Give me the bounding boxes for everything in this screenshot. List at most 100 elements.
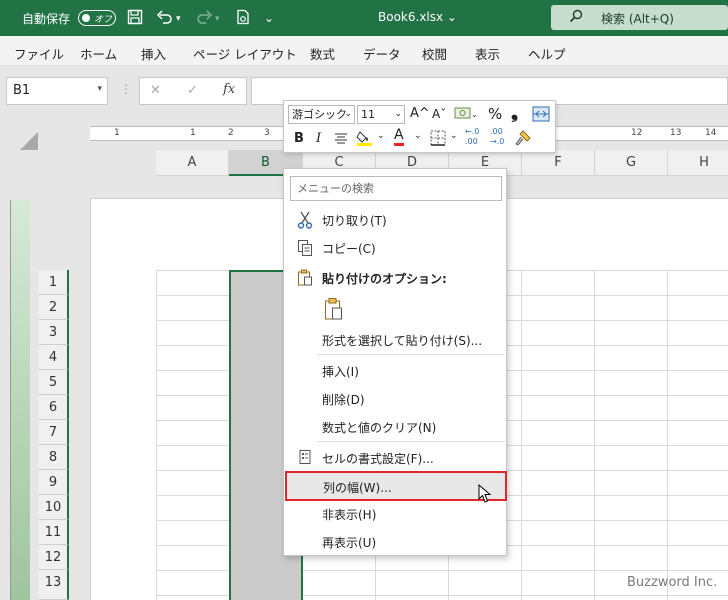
ruler-number: 1 (190, 128, 196, 138)
row-header[interactable]: 7 (39, 420, 69, 445)
chevron-down-icon[interactable]: ⌄ (450, 131, 458, 141)
font-size-dropdown[interactable]: 11 ⌄ (357, 105, 405, 124)
context-menu: メニューの検索 切り取り(T) コピー(C) 貼り付けのオプション: 形式を選択… (283, 168, 507, 556)
row-header[interactable]: 10 (39, 495, 69, 520)
name-box-value: B1 (13, 83, 31, 98)
merge-center-icon[interactable] (532, 106, 550, 125)
search-label: 検索 (Alt+Q) (601, 12, 674, 26)
format-painter-icon[interactable] (514, 129, 532, 150)
menu-item-insert[interactable]: 挿入(I) (284, 358, 506, 384)
menu-item-delete[interactable]: 削除(D) (284, 386, 506, 412)
menu-item-label: 削除(D) (322, 393, 365, 407)
undo-dropdown-icon[interactable]: ▾ (176, 11, 181, 27)
menu-item-label: コピー(C) (322, 242, 376, 256)
chevron-down-icon[interactable]: ⌄ (377, 131, 385, 141)
borders-icon[interactable] (430, 130, 446, 149)
font-size-value: 11 (361, 108, 375, 121)
column-header-f[interactable]: F (522, 150, 595, 176)
menu-review[interactable]: 校閲 (422, 44, 447, 63)
font-name-value: 游ゴシック (292, 108, 347, 121)
align-center-icon[interactable] (334, 131, 348, 148)
enter-icon[interactable]: ✓ (187, 83, 198, 98)
search-icon (569, 9, 583, 26)
column-header-g[interactable]: G (595, 150, 668, 176)
bold-icon[interactable]: B (294, 131, 304, 146)
row-header[interactable]: 8 (39, 445, 69, 470)
menu-file[interactable]: ファイル (14, 44, 64, 63)
menu-view[interactable]: 表示 (475, 44, 500, 63)
decrease-decimal-icon[interactable]: .00 →.0 (490, 127, 512, 147)
fill-color-icon[interactable] (356, 129, 374, 150)
autosave-label: 自動保存 (22, 12, 71, 26)
menu-item-label: 数式と値のクリア(N) (322, 421, 437, 435)
row-header[interactable]: 2 (39, 295, 69, 320)
menu-item-column-width[interactable]: 列の幅(W)... (285, 471, 507, 501)
grow-font-icon[interactable]: A^ (410, 106, 430, 121)
menu-item-paste-special[interactable]: 形式を選択して貼り付け(S)... (284, 327, 506, 353)
shrink-font-icon[interactable]: Aˇ (432, 107, 446, 121)
column-header-h[interactable]: H (668, 150, 728, 176)
customize-qat-icon[interactable]: ⌄ (264, 10, 274, 26)
redo-dropdown-icon: ▾ (215, 14, 220, 24)
select-all-corner-icon[interactable] (20, 132, 38, 153)
mouse-pointer-icon (478, 483, 492, 507)
row-header[interactable]: 11 (39, 520, 69, 545)
redo-icon (195, 9, 213, 28)
save-icon[interactable] (127, 9, 143, 28)
chevron-down-icon: ⌄ (394, 109, 402, 119)
vertical-ruler (10, 200, 30, 600)
menu-bar: ファイル ホーム 挿入 ページ レイアウト 数式 データ 校閲 表示 ヘルプ (0, 36, 728, 66)
row-header[interactable]: 6 (39, 395, 69, 420)
row-header[interactable]: 9 (39, 470, 69, 495)
autosave-toggle[interactable]: オフ (78, 10, 116, 26)
menu-search-input[interactable]: メニューの検索 (290, 176, 502, 201)
clipboard-icon (295, 269, 315, 287)
row-header[interactable]: 1 (39, 270, 69, 295)
menu-home[interactable]: ホーム (80, 44, 117, 63)
mini-toolbar: 游ゴシック ⌄ 11 ⌄ A^ Aˇ ⌄ % ❟ B I ⌄ A ⌄ ⌄ ←.0… (283, 100, 556, 153)
accounting-format-icon[interactable]: ⌄ (454, 105, 478, 124)
chevron-down-icon[interactable]: ⌄ (414, 131, 422, 141)
search-box[interactable]: 検索 (Alt+Q) (551, 5, 728, 30)
italic-icon[interactable]: I (316, 131, 321, 146)
menu-page-layout[interactable]: ページ レイアウト (193, 44, 297, 63)
font-name-dropdown[interactable]: 游ゴシック ⌄ (288, 105, 355, 124)
menu-item-unhide[interactable]: 再表示(U) (284, 529, 506, 555)
name-box[interactable]: B1 ▾ (6, 77, 108, 105)
font-color-icon[interactable]: A (394, 128, 404, 146)
increase-decimal-icon[interactable]: ←.0 .00 (465, 127, 487, 147)
menu-formulas[interactable]: 数式 (310, 44, 335, 63)
insert-function-icon[interactable]: fx (223, 82, 235, 97)
file-name[interactable]: Book6.xlsx ⌄ (378, 10, 457, 24)
row-header[interactable]: 4 (39, 345, 69, 370)
menu-item-format-cells[interactable]: セルの書式設定(F)... (284, 445, 506, 471)
row-header[interactable]: 3 (39, 320, 69, 345)
menu-insert[interactable]: 挿入 (141, 44, 166, 63)
paste-button[interactable] (320, 295, 346, 325)
menu-help[interactable]: ヘルプ (528, 44, 566, 63)
menu-item-label: 挿入(I) (322, 365, 359, 379)
menu-item-hide[interactable]: 非表示(H) (284, 501, 506, 527)
row-header[interactable]: 5 (39, 370, 69, 395)
undo-icon[interactable] (156, 9, 174, 28)
name-box-dropdown-icon[interactable]: ▾ (97, 84, 102, 94)
copy-icon (295, 239, 315, 257)
menu-item-label: 形式を選択して貼り付け(S)... (322, 334, 483, 348)
row-header[interactable]: 13 (39, 570, 69, 600)
menu-item-cut[interactable]: 切り取り(T) (284, 207, 506, 233)
cancel-icon[interactable]: ✕ (150, 83, 161, 98)
menu-item-label: 再表示(U) (322, 536, 377, 550)
vertical-ellipsis-icon: ⋮ (120, 82, 132, 96)
column-header-a[interactable]: A (156, 150, 229, 176)
ruler-number: 3 (264, 128, 270, 138)
menu-item-clear-contents[interactable]: 数式と値のクリア(N) (284, 414, 506, 440)
ruler-number: 12 (631, 128, 643, 138)
menu-item-label: 貼り付けのオプション: (322, 272, 447, 286)
row-header[interactable]: 12 (39, 545, 69, 570)
paste-icon (324, 297, 344, 324)
print-preview-icon[interactable] (235, 9, 251, 28)
percent-style-icon[interactable]: % (488, 105, 502, 123)
menu-item-copy[interactable]: コピー(C) (284, 235, 506, 261)
menu-data[interactable]: データ (363, 44, 401, 63)
comma-style-icon[interactable]: ❟ (511, 102, 518, 123)
